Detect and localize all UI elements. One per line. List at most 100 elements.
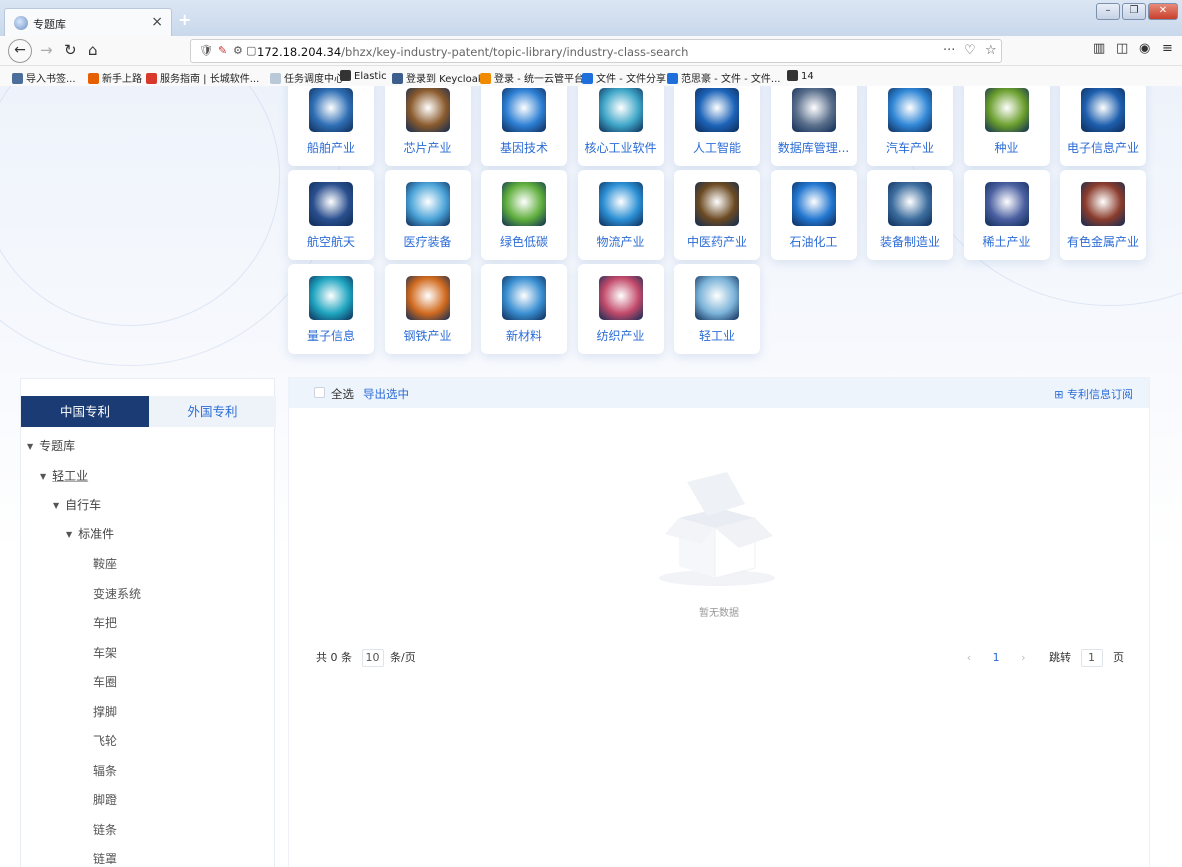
account-icon[interactable]: ◉ xyxy=(1139,41,1150,56)
library-icon[interactable]: ▥ xyxy=(1093,41,1105,56)
new-tab-button[interactable]: + xyxy=(178,10,191,29)
industry-card[interactable]: 轻工业 xyxy=(674,264,760,354)
total-count: 共 0 条 xyxy=(316,651,352,664)
industry-card[interactable]: 种业 xyxy=(963,86,1050,166)
menu-icon[interactable]: ≡ xyxy=(1162,41,1173,56)
current-page[interactable]: 1 xyxy=(993,651,1000,664)
insecure-icon[interactable]: ✎ xyxy=(218,44,227,57)
close-window-button[interactable]: ✕ xyxy=(1148,3,1178,20)
reload-icon[interactable]: ↻ xyxy=(64,41,77,59)
tab-foreign-patent[interactable]: 外国专利 xyxy=(149,396,276,427)
tree-leaf-node[interactable]: 辐条 xyxy=(93,762,117,779)
industry-card[interactable]: 稀土产业 xyxy=(963,170,1050,260)
industry-card[interactable]: 纺织产业 xyxy=(577,264,664,354)
tab-close-icon[interactable]: × xyxy=(151,14,163,30)
next-page-icon[interactable]: › xyxy=(1021,651,1025,664)
browser-tab[interactable]: 专题库 × xyxy=(4,8,172,36)
industry-card[interactable]: 船舶产业 xyxy=(288,86,374,166)
tree-leaf-node[interactable]: 链罩 xyxy=(93,850,117,867)
empty-box-icon xyxy=(659,472,775,586)
pocket-icon[interactable]: ♡ xyxy=(964,43,976,58)
select-all-checkbox[interactable] xyxy=(314,387,325,398)
address-bar[interactable]: 🛡 ✎ ⚙ ▢ 172.18.204.34/bhzx/key-industry-… xyxy=(190,39,1002,63)
back-icon[interactable]: ← xyxy=(8,39,32,63)
industry-card[interactable]: 中医药产业 xyxy=(674,170,760,260)
tree-leaf-node[interactable]: 链条 xyxy=(93,821,117,838)
tree-node-label: 专题库 xyxy=(39,439,76,453)
page-icon: ▢ xyxy=(246,44,257,57)
bookmark-icon xyxy=(12,73,23,84)
industry-thumbnail xyxy=(598,182,643,226)
industry-card[interactable]: 有色金属产业 xyxy=(1060,170,1146,260)
tree-leaf-node[interactable]: 撑脚 xyxy=(93,703,117,720)
industry-card[interactable]: 芯片产业 xyxy=(384,86,471,166)
industry-card[interactable]: 绿色低碳 xyxy=(481,170,567,260)
industry-card[interactable]: 基因技术 xyxy=(481,86,567,166)
industry-card[interactable]: 人工智能 xyxy=(674,86,760,166)
export-selected-button[interactable]: 导出选中 xyxy=(363,386,409,402)
bookmark-item[interactable]: 任务调度中心 xyxy=(270,70,344,85)
forward-icon[interactable]: → xyxy=(40,41,53,59)
bookmark-item[interactable]: 服务指南 | 长城软件... xyxy=(146,70,259,85)
industry-thumbnail xyxy=(405,276,450,320)
tree-leaf-node[interactable]: 飞轮 xyxy=(93,732,117,749)
industry-card[interactable]: 物流产业 xyxy=(577,170,664,260)
tree-leaf-node[interactable]: 车架 xyxy=(93,644,117,661)
tree-node-root[interactable]: ▼ 专题库 xyxy=(27,437,75,454)
tree-leaf-node[interactable]: 脚蹬 xyxy=(93,791,117,808)
industry-card[interactable]: 电子信息产业 xyxy=(1060,86,1146,166)
prev-page-icon[interactable]: ‹ xyxy=(967,651,971,664)
tree-leaf-node[interactable]: 鞍座 xyxy=(93,555,117,572)
jump-page-input[interactable]: 1 xyxy=(1080,649,1103,667)
industry-thumbnail xyxy=(791,182,836,226)
bookmark-item[interactable]: 文件 - 文件分享 xyxy=(582,70,666,85)
industry-card[interactable]: 量子信息 xyxy=(288,264,374,354)
tree-node-bicycle[interactable]: ▼ 自行车 xyxy=(53,496,101,513)
bookmark-item[interactable]: 登录 - 统一云管平台 xyxy=(480,70,584,85)
industry-thumbnail xyxy=(695,182,739,226)
minimize-button[interactable]: – xyxy=(1096,3,1120,20)
tree-leaf-node[interactable]: 变速系统 xyxy=(93,585,141,602)
home-icon[interactable]: ⌂ xyxy=(88,41,98,59)
pagination: ‹ 1 › 跳转 1 页 xyxy=(957,649,1124,667)
bookmark-item[interactable]: 导入书签... xyxy=(12,70,76,85)
tree-node-standard-parts[interactable]: ▼ 标准件 xyxy=(66,525,114,542)
industry-card[interactable]: 航空航天 xyxy=(288,170,374,260)
tree-leaf-node[interactable]: 车圈 xyxy=(93,673,117,690)
tree-node-label: 自行车 xyxy=(65,498,102,512)
category-tree-panel: 中国专利 外国专利 ▼ 专题库 ▼ 轻工业 ▼ 自行车 ▼ 标准件 鞍座变速系统车把车架… xyxy=(20,378,276,867)
bookmark-label: 范思豪 - 文件 - 文件... xyxy=(681,74,781,85)
bookmark-item[interactable]: 范思豪 - 文件 - 文件... xyxy=(667,70,780,85)
bookmark-label: 登录到 Keycloak xyxy=(406,74,484,85)
more-actions-icon[interactable]: ··· xyxy=(943,43,955,58)
results-toolbar: 全选 导出选中 ⊞ 专利信息订阅 xyxy=(289,378,1149,408)
industry-card[interactable]: 医疗装备 xyxy=(384,170,471,260)
bookmark-icon xyxy=(88,73,99,84)
bookmark-item[interactable]: 新手上路 xyxy=(88,70,142,85)
industry-card[interactable]: 核心工业软件 xyxy=(577,86,664,166)
industry-card[interactable]: 装备制造业 xyxy=(867,170,953,260)
shield-icon[interactable]: 🛡 xyxy=(199,44,213,57)
bookmark-label: 服务指南 | 长城软件... xyxy=(160,74,260,85)
industry-card[interactable]: 石油化工 xyxy=(770,170,857,260)
restore-button[interactable]: ❐ xyxy=(1122,3,1146,20)
bookmark-item[interactable]: 登录到 Keycloak xyxy=(392,70,484,85)
industry-card[interactable]: 钢铁产业 xyxy=(384,264,471,354)
tab-china-patent[interactable]: 中国专利 xyxy=(21,396,149,427)
subscribe-button[interactable]: ⊞ 专利信息订阅 xyxy=(1054,386,1133,402)
tree-leaf-node[interactable]: 车把 xyxy=(93,614,117,631)
industry-card[interactable]: 数据库管理... xyxy=(770,86,857,166)
tree-node-light-industry[interactable]: ▼ 轻工业 xyxy=(40,467,88,484)
tree-node-label: 轻工业 xyxy=(52,469,89,483)
industry-card[interactable]: 新材料 xyxy=(481,264,567,354)
bookmark-star-icon[interactable]: ☆ xyxy=(985,43,997,58)
bookmark-item[interactable]: Elastic xyxy=(340,70,387,82)
url-text[interactable]: 172.18.204.34/bhzx/key-industry-patent/t… xyxy=(257,45,688,59)
sidebar-icon[interactable]: ◫ xyxy=(1116,41,1128,56)
select-all-label[interactable]: 全选 xyxy=(331,386,354,402)
bookmark-item[interactable]: 14 xyxy=(787,70,814,82)
page-size-select[interactable]: 10 xyxy=(361,649,384,667)
permissions-icon[interactable]: ⚙ xyxy=(233,44,243,57)
industry-card[interactable]: 汽车产业 xyxy=(867,86,953,166)
industry-card-label: 新材料 xyxy=(505,329,542,343)
